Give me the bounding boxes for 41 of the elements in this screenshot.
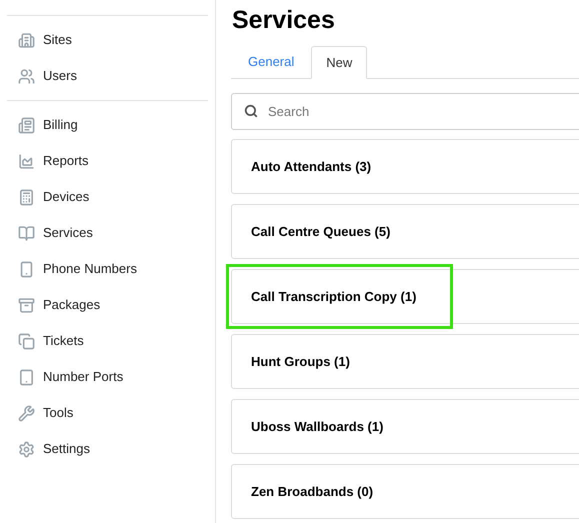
sidebar-item[interactable]: Tools xyxy=(7,395,208,431)
settings-icon xyxy=(18,440,35,458)
search-field[interactable]: Search xyxy=(231,93,579,130)
sidebar-item[interactable]: Packages xyxy=(7,287,208,323)
tab[interactable]: General xyxy=(231,46,312,78)
service-card[interactable]: Hunt Groups (1) xyxy=(231,334,579,389)
service-card[interactable]: Auto Attendants (3) xyxy=(231,139,579,194)
service-title: Hunt Groups (1) xyxy=(251,352,350,371)
sidebar-item[interactable]: Users xyxy=(7,58,208,94)
sidebar-item[interactable]: Devices xyxy=(7,179,208,215)
box-icon xyxy=(18,296,35,314)
service-title: Zen Broadbands (0) xyxy=(251,482,374,501)
tab[interactable]: New xyxy=(311,46,368,79)
sidebar-item[interactable]: Services xyxy=(7,215,208,251)
book-icon xyxy=(18,224,35,242)
service-title: Call Centre Queues (5) xyxy=(251,222,390,241)
service-title: Call Transcription Copy (1) xyxy=(251,288,416,306)
sidebar-item[interactable]: Settings xyxy=(7,431,208,467)
service-card[interactable]: Uboss Wallboards (1) xyxy=(231,399,579,454)
sidebar-item[interactable]: Tickets xyxy=(7,323,208,359)
tablet-icon xyxy=(18,368,35,386)
sidebar-item[interactable]: Sites xyxy=(7,22,208,58)
sidebar-item[interactable]: Billing xyxy=(7,107,208,143)
service-title: Auto Attendants (3) xyxy=(251,158,372,176)
sidebar-item[interactable]: Number Ports xyxy=(7,359,208,395)
chart-icon xyxy=(18,152,35,170)
sidebar-item[interactable]: Reports xyxy=(7,143,208,179)
sidebar-item[interactable]: Phone Numbers xyxy=(7,251,208,287)
page-title: Services xyxy=(232,5,335,36)
search-icon xyxy=(244,104,258,118)
phone-icon xyxy=(18,260,35,278)
building-icon xyxy=(18,32,35,48)
users-icon xyxy=(18,68,35,84)
wrench-icon xyxy=(18,404,35,422)
service-card[interactable]: Call Transcription Copy (1) xyxy=(231,269,579,324)
service-card[interactable]: Call Centre Queues (5) xyxy=(231,204,579,259)
stack-icon xyxy=(18,332,35,350)
document-icon xyxy=(18,116,35,134)
service-card[interactable]: Zen Broadbands (0) xyxy=(231,464,579,519)
calculator-icon xyxy=(18,188,35,206)
service-title: Uboss Wallboards (1) xyxy=(251,418,384,436)
